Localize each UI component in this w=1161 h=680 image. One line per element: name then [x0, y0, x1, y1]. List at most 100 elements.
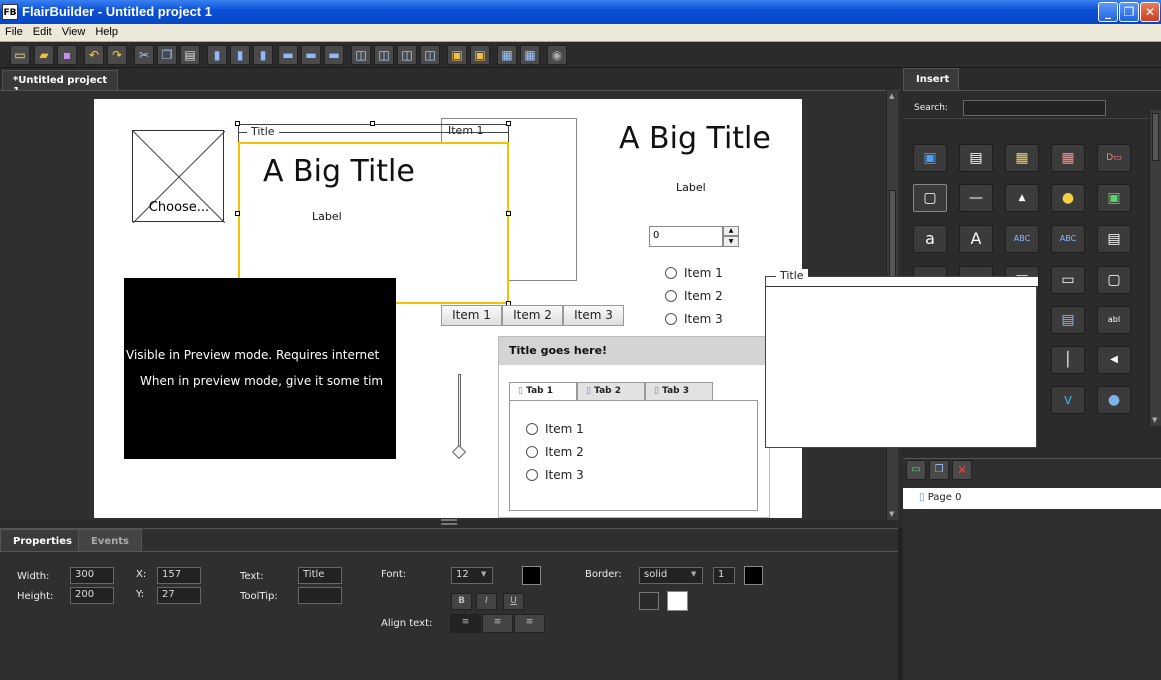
stepper-down-icon[interactable]: ▼	[723, 236, 739, 247]
font-color-swatch[interactable]	[522, 566, 541, 585]
tab-radio-item-3[interactable]: Item 3	[526, 463, 757, 486]
align-middle-icon[interactable]: ▬	[301, 45, 321, 65]
button-bar-item-3[interactable]: Item 3	[563, 305, 624, 326]
width-field[interactable]: 300	[70, 567, 114, 584]
date-field-icon[interactable]: D▭	[1097, 144, 1131, 172]
save-icon[interactable]: ▪	[57, 45, 77, 65]
align-center-icon[interactable]: ▮	[230, 45, 250, 65]
border-width-field[interactable]: 1	[713, 567, 735, 584]
paste-icon[interactable]: ▤	[180, 45, 200, 65]
redo-icon[interactable]: ↷	[107, 45, 127, 65]
page-list-item[interactable]: ▯ Page 0	[903, 488, 1161, 509]
group-icon[interactable]: ▦	[497, 45, 517, 65]
align-top-icon[interactable]: ▬	[278, 45, 298, 65]
window-component[interactable]: Title goes here! ▯ Tab 1 ▯ Tab 2 ▯ Tab 3…	[498, 336, 770, 518]
image-placeholder[interactable]: Choose...	[132, 130, 225, 223]
align-left-icon[interactable]: ▮	[207, 45, 227, 65]
document-icon[interactable]: ▤	[1051, 306, 1085, 334]
preview-icon[interactable]: ◉	[547, 45, 567, 65]
tab-3[interactable]: ▯ Tab 3	[645, 382, 713, 401]
tab-2[interactable]: ▯ Tab 2	[577, 382, 645, 401]
bring-forward-icon[interactable]: ◫	[397, 45, 417, 65]
tab-radio-item-2[interactable]: Item 2	[526, 440, 757, 463]
tab-properties[interactable]: Properties	[0, 529, 85, 551]
tab-insert[interactable]: Insert	[903, 68, 959, 90]
download-icon[interactable]: ▣	[1097, 184, 1131, 212]
volume-icon[interactable]: ◀	[1097, 346, 1131, 374]
bold-button[interactable]: B	[451, 593, 472, 610]
underline-button[interactable]: U	[503, 593, 524, 610]
tab-radio-item-1[interactable]: Item 1	[526, 417, 757, 440]
vertical-rule-icon[interactable]: │	[1051, 346, 1085, 374]
new-file-icon[interactable]: ▭	[10, 45, 30, 65]
image-list-icon[interactable]: ▤	[959, 144, 993, 172]
fill-color-swatch[interactable]	[667, 591, 688, 611]
align-center-button[interactable]: ≡	[482, 614, 513, 633]
menu-help[interactable]: Help	[90, 24, 123, 38]
form-icon[interactable]: ▤	[1097, 225, 1131, 253]
radio-item-1[interactable]: Item 1	[665, 261, 723, 284]
align-bottom-icon[interactable]: ▬	[324, 45, 344, 65]
minimize-button[interactable]: _	[1098, 2, 1118, 22]
ungroup-icon[interactable]: ▦	[520, 45, 540, 65]
menu-edit[interactable]: Edit	[28, 24, 57, 38]
lock-icon[interactable]: ▣	[447, 45, 467, 65]
globe-icon[interactable]: ●	[1097, 386, 1131, 414]
tooltip-field[interactable]	[298, 587, 342, 604]
close-button[interactable]: ✕	[1140, 2, 1160, 22]
stepper-up-icon[interactable]: ▲	[723, 226, 739, 236]
floating-title-panel[interactable]: Title	[765, 269, 1038, 448]
delete-page-icon[interactable]: ✕	[952, 460, 972, 480]
search-input[interactable]	[963, 100, 1106, 116]
copy-icon[interactable]: ❐	[157, 45, 177, 65]
window-widget-icon[interactable]: ▭	[1051, 266, 1085, 294]
align-right-button[interactable]: ≡	[514, 614, 545, 633]
arrow-icon[interactable]: ▲	[1005, 184, 1039, 212]
tab-events[interactable]: Events	[78, 529, 142, 551]
scroll-down-icon[interactable]: ▼	[1152, 416, 1157, 424]
insert-scrollbar[interactable]: ▼	[1149, 110, 1161, 426]
text-field[interactable]: Title	[298, 567, 342, 584]
radio-item-2[interactable]: Item 2	[665, 284, 723, 307]
text-input-icon[interactable]: ABC	[1005, 225, 1039, 253]
selection-handle[interactable]	[506, 211, 511, 216]
resize-grip-icon[interactable]	[441, 519, 457, 525]
tab-1[interactable]: ▯ Tab 1	[509, 382, 577, 401]
numeric-stepper[interactable]: 0	[649, 226, 723, 247]
send-backward-icon[interactable]: ◫	[420, 45, 440, 65]
maximize-button[interactable]: ❐	[1119, 2, 1139, 22]
button-bar-item-2[interactable]: Item 2	[502, 305, 563, 326]
selection-handle[interactable]	[235, 121, 240, 126]
design-canvas[interactable]: Choose... Item 1 Title A Big Title Label…	[94, 99, 802, 518]
data-grid-icon[interactable]: ▦	[1005, 144, 1039, 172]
text-icon[interactable]: a	[913, 225, 947, 253]
send-back-icon[interactable]: ◫	[374, 45, 394, 65]
font-size-select[interactable]: 12	[451, 567, 493, 584]
radio-item-3[interactable]: Item 3	[665, 307, 723, 330]
vimeo-icon[interactable]: v	[1051, 386, 1085, 414]
cut-icon[interactable]: ✂	[134, 45, 154, 65]
menu-file[interactable]: File	[0, 24, 28, 38]
selection-handle[interactable]	[506, 121, 511, 126]
open-folder-icon[interactable]: ▰	[34, 45, 54, 65]
height-field[interactable]: 200	[70, 587, 114, 604]
menu-view[interactable]: View	[57, 24, 91, 38]
unlock-icon[interactable]: ▣	[470, 45, 490, 65]
undo-icon[interactable]: ↶	[84, 45, 104, 65]
label-widget-icon[interactable]: abl	[1097, 306, 1131, 334]
dialog-widget-icon[interactable]: ▢	[1097, 266, 1131, 294]
border-color-swatch[interactable]	[744, 566, 763, 585]
duplicate-page-icon[interactable]: ❐	[929, 460, 949, 480]
video-placeholder[interactable]: Visible in Preview mode. Requires intern…	[124, 278, 396, 459]
scroll-down-icon[interactable]: ▼	[889, 510, 894, 518]
background-color-swatch[interactable]	[639, 592, 659, 610]
button-bar-item-1[interactable]: Item 1	[441, 305, 502, 326]
italic-button[interactable]: I	[476, 593, 497, 610]
align-right-icon[interactable]: ▮	[253, 45, 273, 65]
smiley-icon[interactable]: ●	[1051, 184, 1085, 212]
panel-widget-icon[interactable]: ▢	[913, 184, 947, 212]
bring-front-icon[interactable]: ◫	[351, 45, 371, 65]
x-field[interactable]: 157	[157, 567, 201, 584]
title-text-icon[interactable]: A	[959, 225, 993, 253]
vertical-slider-track[interactable]	[458, 374, 461, 454]
